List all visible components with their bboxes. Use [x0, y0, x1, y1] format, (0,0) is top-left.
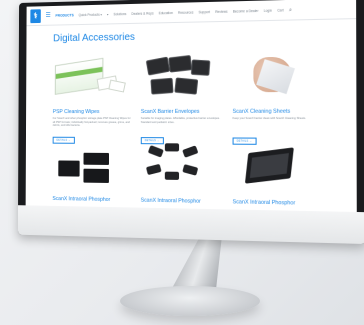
nav-item-reviews[interactable]: Reviews: [215, 9, 227, 13]
bite-block-illustration: [182, 145, 199, 158]
product-card-intraoral-phosphor-3[interactable]: ScanX Intraoral Phosphor: [233, 144, 320, 212]
envelope-illustration: [190, 59, 211, 76]
product-description: Suitable for imaging plates. Affordable,…: [140, 116, 220, 124]
product-image-storage-case[interactable]: [233, 144, 320, 195]
site-logo[interactable]: ⚕: [30, 8, 41, 23]
product-title[interactable]: ScanX Barrier Envelopes: [141, 109, 224, 115]
bite-block-illustration: [164, 171, 180, 180]
envelope-illustration: [168, 54, 193, 73]
product-title[interactable]: ScanX Intraoral Phosphor: [52, 196, 132, 203]
monitor-bezel: ⚕ ☰ PRODUCTS Quick Products ▾ ▾ Solution…: [17, 0, 364, 245]
main-content: Digital Accessories PSP Cleaning Wipes F…: [26, 19, 357, 212]
phosphor-plate-illustration: [83, 152, 110, 165]
monitor-screen: ⚕ ☰ PRODUCTS Quick Products ▾ ▾ Solution…: [25, 0, 357, 212]
product-title[interactable]: ScanX Cleaning Sheets: [233, 109, 320, 115]
storage-case-tray: [249, 153, 289, 179]
bite-block-illustration: [147, 145, 164, 158]
nav-products-link[interactable]: PRODUCTS: [55, 13, 73, 17]
product-title[interactable]: PSP Cleaning Wipes: [53, 109, 133, 115]
product-grid: PSP Cleaning Wipes For ScanX and other p…: [52, 52, 343, 212]
monitor-stand-base: [120, 286, 260, 316]
bite-block-illustration: [164, 143, 180, 152]
storage-case-illustration: [244, 147, 294, 184]
search-icon[interactable]: ⌕: [289, 7, 292, 13]
product-image-cleaning-sheets[interactable]: [233, 52, 320, 102]
monitor-chin: [17, 205, 364, 245]
product-card-intraoral-phosphor[interactable]: ScanX Intraoral Phosphor: [52, 143, 132, 212]
hamburger-menu-icon[interactable]: ☰: [46, 12, 51, 19]
envelope-illustration: [174, 77, 199, 95]
bite-block-illustration: [182, 164, 199, 176]
nav-item-solutions[interactable]: Solutions: [113, 12, 126, 16]
wipes-box-illustration: [54, 57, 104, 95]
product-card-intraoral-phosphor-2[interactable]: ScanX Intraoral Phosphor: [141, 143, 225, 212]
nav-item-login[interactable]: Login: [264, 8, 272, 12]
bite-block-illustration: [145, 163, 162, 176]
nav-item-become-dealer[interactable]: Become a Dealer: [233, 8, 259, 13]
page-title: Digital Accessories: [53, 31, 135, 45]
logo-icon: ⚕: [33, 10, 38, 20]
nav-item-quick-products[interactable]: Quick Products ▾: [79, 12, 102, 17]
nav-item-cart[interactable]: Cart: [277, 8, 283, 12]
product-image-intraoral-plates[interactable]: [52, 143, 132, 192]
product-description: For ScanX and other phosphor storage pla…: [52, 116, 131, 128]
product-title[interactable]: ScanX Intraoral Phosphor: [141, 198, 225, 206]
product-image-bite-blocks[interactable]: [141, 143, 225, 193]
product-card-barrier-envelopes[interactable]: ScanX Barrier Envelopes Suitable for ima…: [140, 54, 224, 145]
product-description: Keep your ScanX barrier clean with ScanX…: [232, 116, 306, 121]
product-title[interactable]: ScanX Intraoral Phosphor: [233, 199, 320, 207]
nav-item-education[interactable]: Education: [159, 10, 173, 14]
envelope-illustration: [145, 56, 171, 76]
wipes-packet-illustration: [108, 79, 126, 93]
product-card-psp-wipes[interactable]: PSP Cleaning Wipes For ScanX and other p…: [52, 55, 133, 144]
monitor: ⚕ ☰ PRODUCTS Quick Products ▾ ▾ Solution…: [0, 0, 364, 325]
envelope-illustration: [150, 77, 174, 95]
product-card-cleaning-sheets[interactable]: ScanX Cleaning Sheets Keep your ScanX ba…: [232, 52, 320, 145]
nav-item-support[interactable]: Support: [199, 10, 210, 14]
phosphor-plate-illustration: [83, 168, 109, 183]
nav-item-resources[interactable]: Resources: [178, 10, 193, 14]
nav-item-dropdown[interactable]: ▾: [107, 12, 109, 16]
product-image-barrier-envelopes[interactable]: [141, 54, 224, 103]
product-image-psp-wipes[interactable]: [53, 55, 133, 103]
nav-item-dealers[interactable]: Dealers & Reps: [131, 11, 153, 16]
phosphor-plate-illustration: [58, 160, 80, 177]
wipes-stripe: [55, 66, 103, 79]
